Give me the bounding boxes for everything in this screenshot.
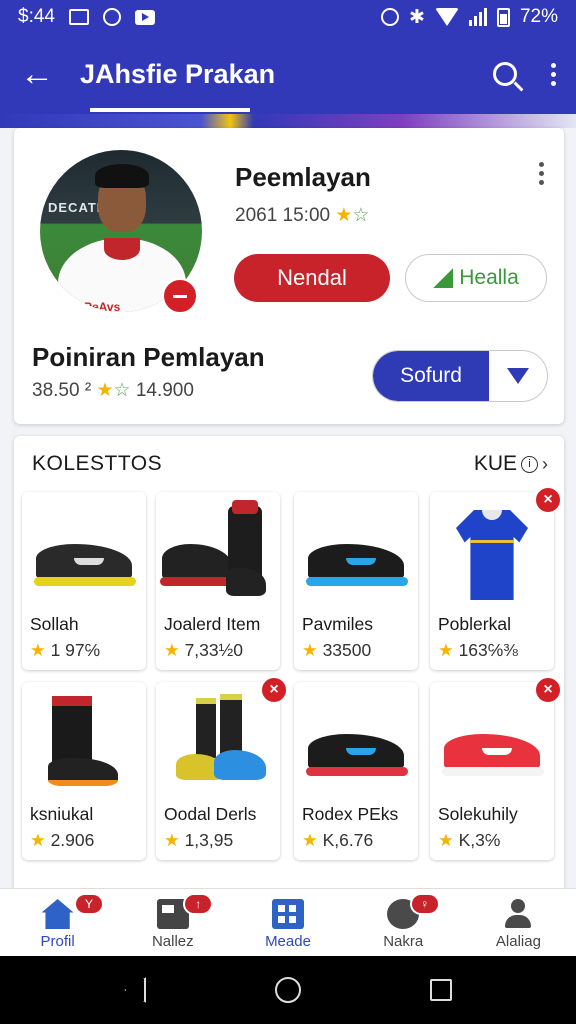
status-time: $:44 [18,6,55,27]
card-more-icon[interactable] [539,162,544,185]
tiles-icon [272,899,304,929]
signal-icon [468,8,487,26]
nav-item-nakra[interactable]: ♀ Nakra [346,889,461,956]
notification-icon [68,9,89,25]
product-tile[interactable]: ksniukal ★ 2.906 [22,682,146,860]
app-title: JAhsfie Prakan [80,58,276,89]
sock-boot-image [28,690,140,790]
sock-shoes-image [162,690,274,790]
star-icon: ★ [30,640,46,660]
product-tile[interactable]: Sollah ★ 1 97℅ [22,492,146,670]
avatar-sponsor-text: PeAvs [84,300,121,312]
system-navigation-bar [0,956,576,1024]
nav-badge: Y [74,893,104,915]
more-vert-icon[interactable] [551,62,556,86]
nendal-button[interactable]: Nendal [234,254,390,302]
dropdown-arrow-icon [507,368,529,384]
star-icon: ★ [335,205,353,226]
search-icon[interactable] [493,62,517,86]
running-shoe-image [28,500,140,600]
system-recents-icon[interactable] [429,979,452,1001]
profile-subtitle: Poiniran Pemlayan [32,342,265,372]
person-icon [502,899,534,929]
star-icon: ★ [302,640,318,660]
profile-card: DECATHLON PeAvs Peemlayan 2061 15:00 ★☆ … [14,128,564,424]
bluetooth-icon: ✱ [409,6,425,28]
back-arrow-icon[interactable]: ← [20,55,74,94]
star-icon: ★ [164,640,180,660]
product-tile[interactable]: × Poblerkal ★ 163℅⅜ [430,486,562,670]
bottom-navigation: Y Profil ↑ Nallez Meade ♀ Nakra Alaliag [0,888,576,956]
collection-title: KOLESTTOS [32,452,163,475]
wifi-icon [434,8,459,26]
star-icon: ★ [438,830,454,850]
collection-more-link[interactable]: KUE i › [474,452,548,476]
profile-meta: 2061 15:00 ★☆ [235,205,370,226]
profile-name: Peemlayan [235,162,371,192]
sync-icon [102,8,121,26]
sort-split-button[interactable]: Sofurd [372,350,548,402]
jersey-image [436,500,548,600]
running-shoe-image [436,690,548,790]
info-icon: i [521,455,538,473]
system-home-icon[interactable] [274,977,301,1003]
product-tile[interactable]: × Solekuhily ★ K,3℅ [430,676,562,860]
sort-dropdown[interactable] [489,351,547,401]
profile-sub-meta: 38.50 ² ★☆ 14.900 [32,380,194,401]
home-icon [41,899,74,929]
tab-indicator [90,108,250,112]
battery-percent: 72% [519,6,558,27]
nav-item-alaliag[interactable]: Alaliag [461,889,576,956]
healla-button[interactable]: Healla [405,254,547,302]
star-icon: ★ [302,830,318,850]
close-icon[interactable]: × [260,676,288,704]
nav-badge: ♀ [409,893,440,915]
collection-card: KOLESTTOS KUE i › Sollah ★ 1 97℅ Joalerd… [14,436,564,896]
star-icon: ★ [164,830,180,850]
system-back-icon[interactable] [124,977,147,1003]
star-icon: ★ [96,380,114,401]
battery-icon [496,7,510,27]
nav-badge: ↑ [183,893,214,915]
nav-item-nallez[interactable]: ↑ Nallez [115,889,230,956]
sort-button[interactable]: Sofurd [373,351,489,401]
close-icon[interactable]: × [534,676,562,704]
product-tile[interactable]: Joalerd Item ★ 7,33½0 [156,492,280,670]
youtube-icon [134,9,155,25]
status-bar: $:44 ✱ 72% [0,0,576,34]
star-icon: ★ [438,640,454,660]
product-tile[interactable]: × Oodal Derls ★ 1,3,95 [156,676,288,860]
dnd-icon [381,8,400,26]
star-outline-icon: ☆ [352,205,370,226]
star-outline-icon: ☆ [113,380,131,401]
product-tile[interactable]: Rodex PEks ★ K,6.76 [294,682,418,860]
star-icon: ★ [30,830,46,850]
nav-item-meade[interactable]: Meade [230,889,345,956]
football-boot-image [160,500,274,600]
nav-item-profil[interactable]: Y Profil [0,889,115,956]
running-shoe-image [300,690,412,790]
remove-badge-icon[interactable] [162,278,198,314]
decorative-stripe [0,114,576,128]
app-bar: ← JAhsfie Prakan [0,34,576,114]
product-tile[interactable]: Pavmiles ★ 33500 [294,492,418,670]
leaf-icon [433,268,454,288]
running-shoe-image [300,500,412,600]
close-icon[interactable]: × [534,486,562,514]
chevron-right-icon: › [542,453,548,474]
